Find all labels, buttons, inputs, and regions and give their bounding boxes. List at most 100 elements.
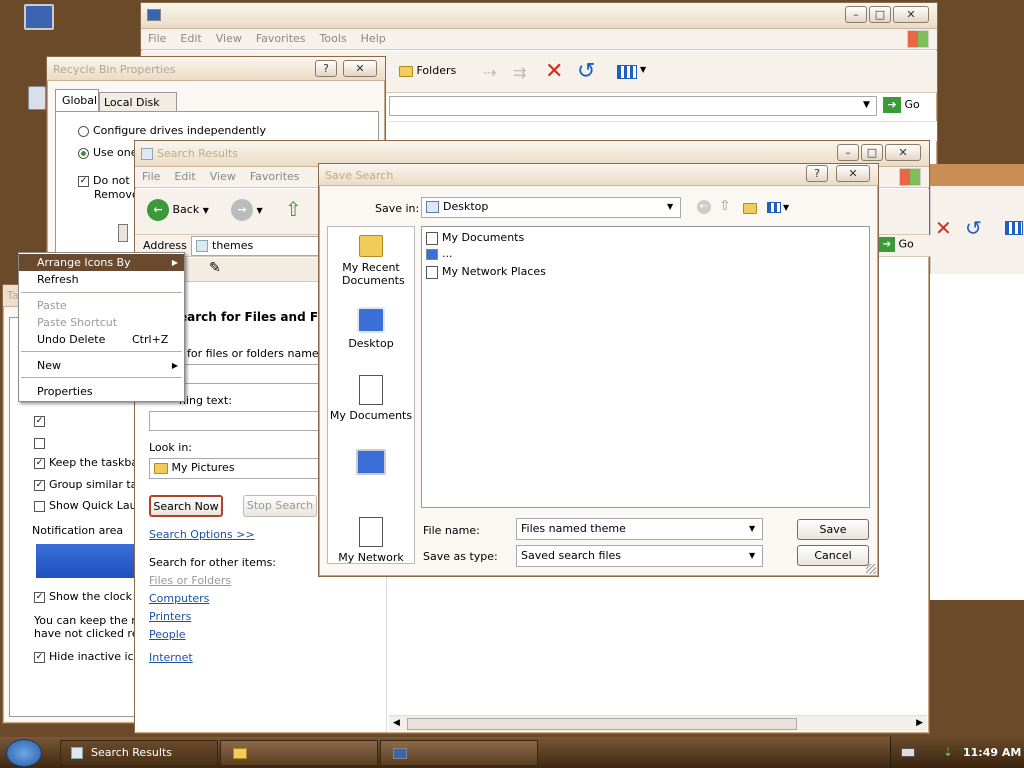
keyboard-icon[interactable]	[901, 748, 915, 757]
file-item-my-computer[interactable]: ...	[426, 247, 453, 260]
menu-paste-shortcut[interactable]: Paste Shortcut	[19, 314, 184, 331]
scroll-thumb[interactable]	[407, 718, 797, 730]
forward-button[interactable]: → ▼	[231, 199, 263, 221]
checkbox-show-quick-launch[interactable]: Show Quick Laun	[34, 499, 144, 512]
menu-arrange-icons-by[interactable]: Arrange Icons By ▶	[19, 254, 184, 271]
menu-view[interactable]: View	[203, 167, 243, 186]
menu-help[interactable]: Help	[354, 29, 393, 48]
menu-properties[interactable]: Properties	[19, 383, 184, 400]
maximize-button[interactable]: □	[869, 6, 891, 23]
link-computers[interactable]: Computers	[149, 592, 209, 605]
close-button[interactable]: ✕	[343, 60, 377, 77]
checkbox-lock-taskbar[interactable]: ✓	[34, 414, 49, 427]
folders-button[interactable]: Folders	[399, 64, 456, 77]
menu-favorites[interactable]: Favorites	[243, 167, 307, 186]
recycle-titlebar[interactable]: Recycle Bin Properties ? ✕	[47, 57, 385, 81]
views-icon[interactable]	[1005, 221, 1023, 235]
file-list[interactable]: My Documents ... My Network Places	[421, 226, 870, 508]
clock[interactable]: 11:49 AM	[963, 746, 1021, 759]
recycle-bin-icon[interactable]	[28, 86, 46, 110]
checkbox-hide-inactive[interactable]: ✓ Hide inactive icon	[34, 650, 147, 663]
delete-icon[interactable]: ✕	[935, 216, 952, 240]
menu-paste[interactable]: Paste	[19, 297, 184, 314]
address-field[interactable]: themes	[191, 236, 321, 256]
new-folder-icon[interactable]	[743, 201, 757, 214]
copy-to-icon[interactable]: ⇉	[513, 63, 526, 82]
menu-tools[interactable]: Tools	[313, 29, 354, 48]
maximize-button[interactable]: □	[861, 144, 883, 161]
help-button[interactable]: ?	[806, 165, 828, 182]
option-use-one[interactable]: Use one	[78, 146, 138, 159]
go-button[interactable]: ➔ Go	[883, 97, 920, 113]
resize-grip-icon[interactable]	[866, 564, 876, 574]
undo-icon[interactable]: ↺	[965, 216, 982, 240]
save-titlebar[interactable]: Save Search ? ✕	[319, 164, 878, 186]
option-configure-independently[interactable]: Configure drives independently	[78, 124, 266, 137]
size-slider-handle[interactable]	[118, 224, 128, 242]
menu-new[interactable]: New ▶	[19, 357, 184, 374]
checkbox-autohide[interactable]	[34, 436, 49, 449]
tab-global[interactable]: Global	[55, 89, 99, 111]
cancel-button[interactable]: Cancel	[797, 545, 869, 566]
chevron-down-icon[interactable]: ▼	[667, 202, 673, 211]
close-button[interactable]: ✕	[893, 6, 929, 23]
menu-view[interactable]: View	[209, 29, 249, 48]
go-button[interactable]: ➔ Go	[879, 237, 914, 252]
menu-edit[interactable]: Edit	[173, 29, 208, 48]
menu-edit[interactable]: Edit	[167, 167, 202, 186]
results-hscrollbar[interactable]: ◀ ▶	[389, 715, 927, 731]
save-type-select[interactable]: Saved search files	[516, 545, 763, 567]
place-my-network[interactable]: My Network	[328, 517, 414, 564]
safely-remove-icon[interactable]: ⇣	[943, 745, 953, 759]
back-icon[interactable]: ←	[697, 200, 711, 214]
explorer-titlebar[interactable]: – □ ✕	[141, 3, 937, 29]
menu-undo-delete[interactable]: Undo Delete Ctrl+Z	[19, 331, 184, 348]
file-item-my-network-places[interactable]: My Network Places	[426, 265, 546, 279]
link-people[interactable]: People	[149, 628, 186, 641]
search-options-link[interactable]: Search Options >>	[149, 528, 255, 541]
place-desktop[interactable]: Desktop	[328, 307, 414, 350]
tab-local-disk[interactable]: Local Disk (C:)	[99, 92, 177, 122]
file-name-input[interactable]: Files named theme	[516, 518, 763, 540]
stop-search-button[interactable]: Stop Search	[243, 495, 317, 517]
start-button[interactable]	[6, 739, 42, 767]
minimize-button[interactable]: –	[845, 6, 867, 23]
chevron-down-icon[interactable]: ▼	[783, 203, 789, 212]
minimize-button[interactable]: –	[837, 144, 859, 161]
chevron-down-icon[interactable]: ▼	[749, 524, 755, 533]
place-my-computer[interactable]	[328, 449, 414, 475]
move-to-icon[interactable]: ⇢	[483, 63, 496, 82]
undo-icon[interactable]: ↺	[577, 59, 595, 84]
chevron-down-icon[interactable]: ▼	[640, 65, 646, 74]
look-in-select[interactable]: My Pictures	[149, 458, 329, 479]
taskbar-item-explorer[interactable]	[380, 740, 538, 766]
scroll-left-icon[interactable]: ◀	[393, 718, 400, 728]
link-files-or-folders[interactable]: Files or Folders	[149, 574, 231, 587]
checkbox-show-clock[interactable]: ✓ Show the clock	[34, 590, 132, 603]
search-companion-icon[interactable]: ✎	[209, 260, 221, 276]
close-button[interactable]: ✕	[836, 165, 870, 182]
save-button[interactable]: Save	[797, 519, 869, 540]
file-item-my-documents[interactable]: My Documents	[426, 231, 524, 245]
menu-file[interactable]: File	[141, 29, 173, 48]
views-icon[interactable]	[617, 65, 637, 79]
scroll-right-icon[interactable]: ▶	[916, 718, 923, 728]
taskbar-item-folder[interactable]	[220, 740, 378, 766]
search-now-button[interactable]: Search Now	[149, 495, 223, 517]
close-button[interactable]: ✕	[885, 144, 921, 161]
up-folder-icon[interactable]: ⇧	[285, 197, 302, 221]
views-menu-icon[interactable]	[767, 202, 781, 213]
menu-favorites[interactable]: Favorites	[249, 29, 313, 48]
back-button[interactable]: ← Back ▼	[147, 199, 209, 221]
link-printers[interactable]: Printers	[149, 610, 191, 623]
menu-refresh[interactable]: Refresh	[19, 271, 184, 288]
place-my-documents[interactable]: My Documents	[328, 375, 414, 422]
taskbar-item-search-results[interactable]: Search Results	[60, 740, 218, 766]
desktop-computer-icon[interactable]	[24, 4, 54, 30]
help-button[interactable]: ?	[315, 60, 337, 77]
menu-file[interactable]: File	[135, 167, 167, 186]
checkbox-keep-taskbar[interactable]: ✓ Keep the taskbar	[34, 456, 143, 469]
place-my-recent-documents[interactable]: My Recent Documents	[328, 235, 414, 287]
up-folder-icon[interactable]: ⇧	[719, 198, 731, 214]
delete-icon[interactable]: ✕	[545, 59, 563, 84]
